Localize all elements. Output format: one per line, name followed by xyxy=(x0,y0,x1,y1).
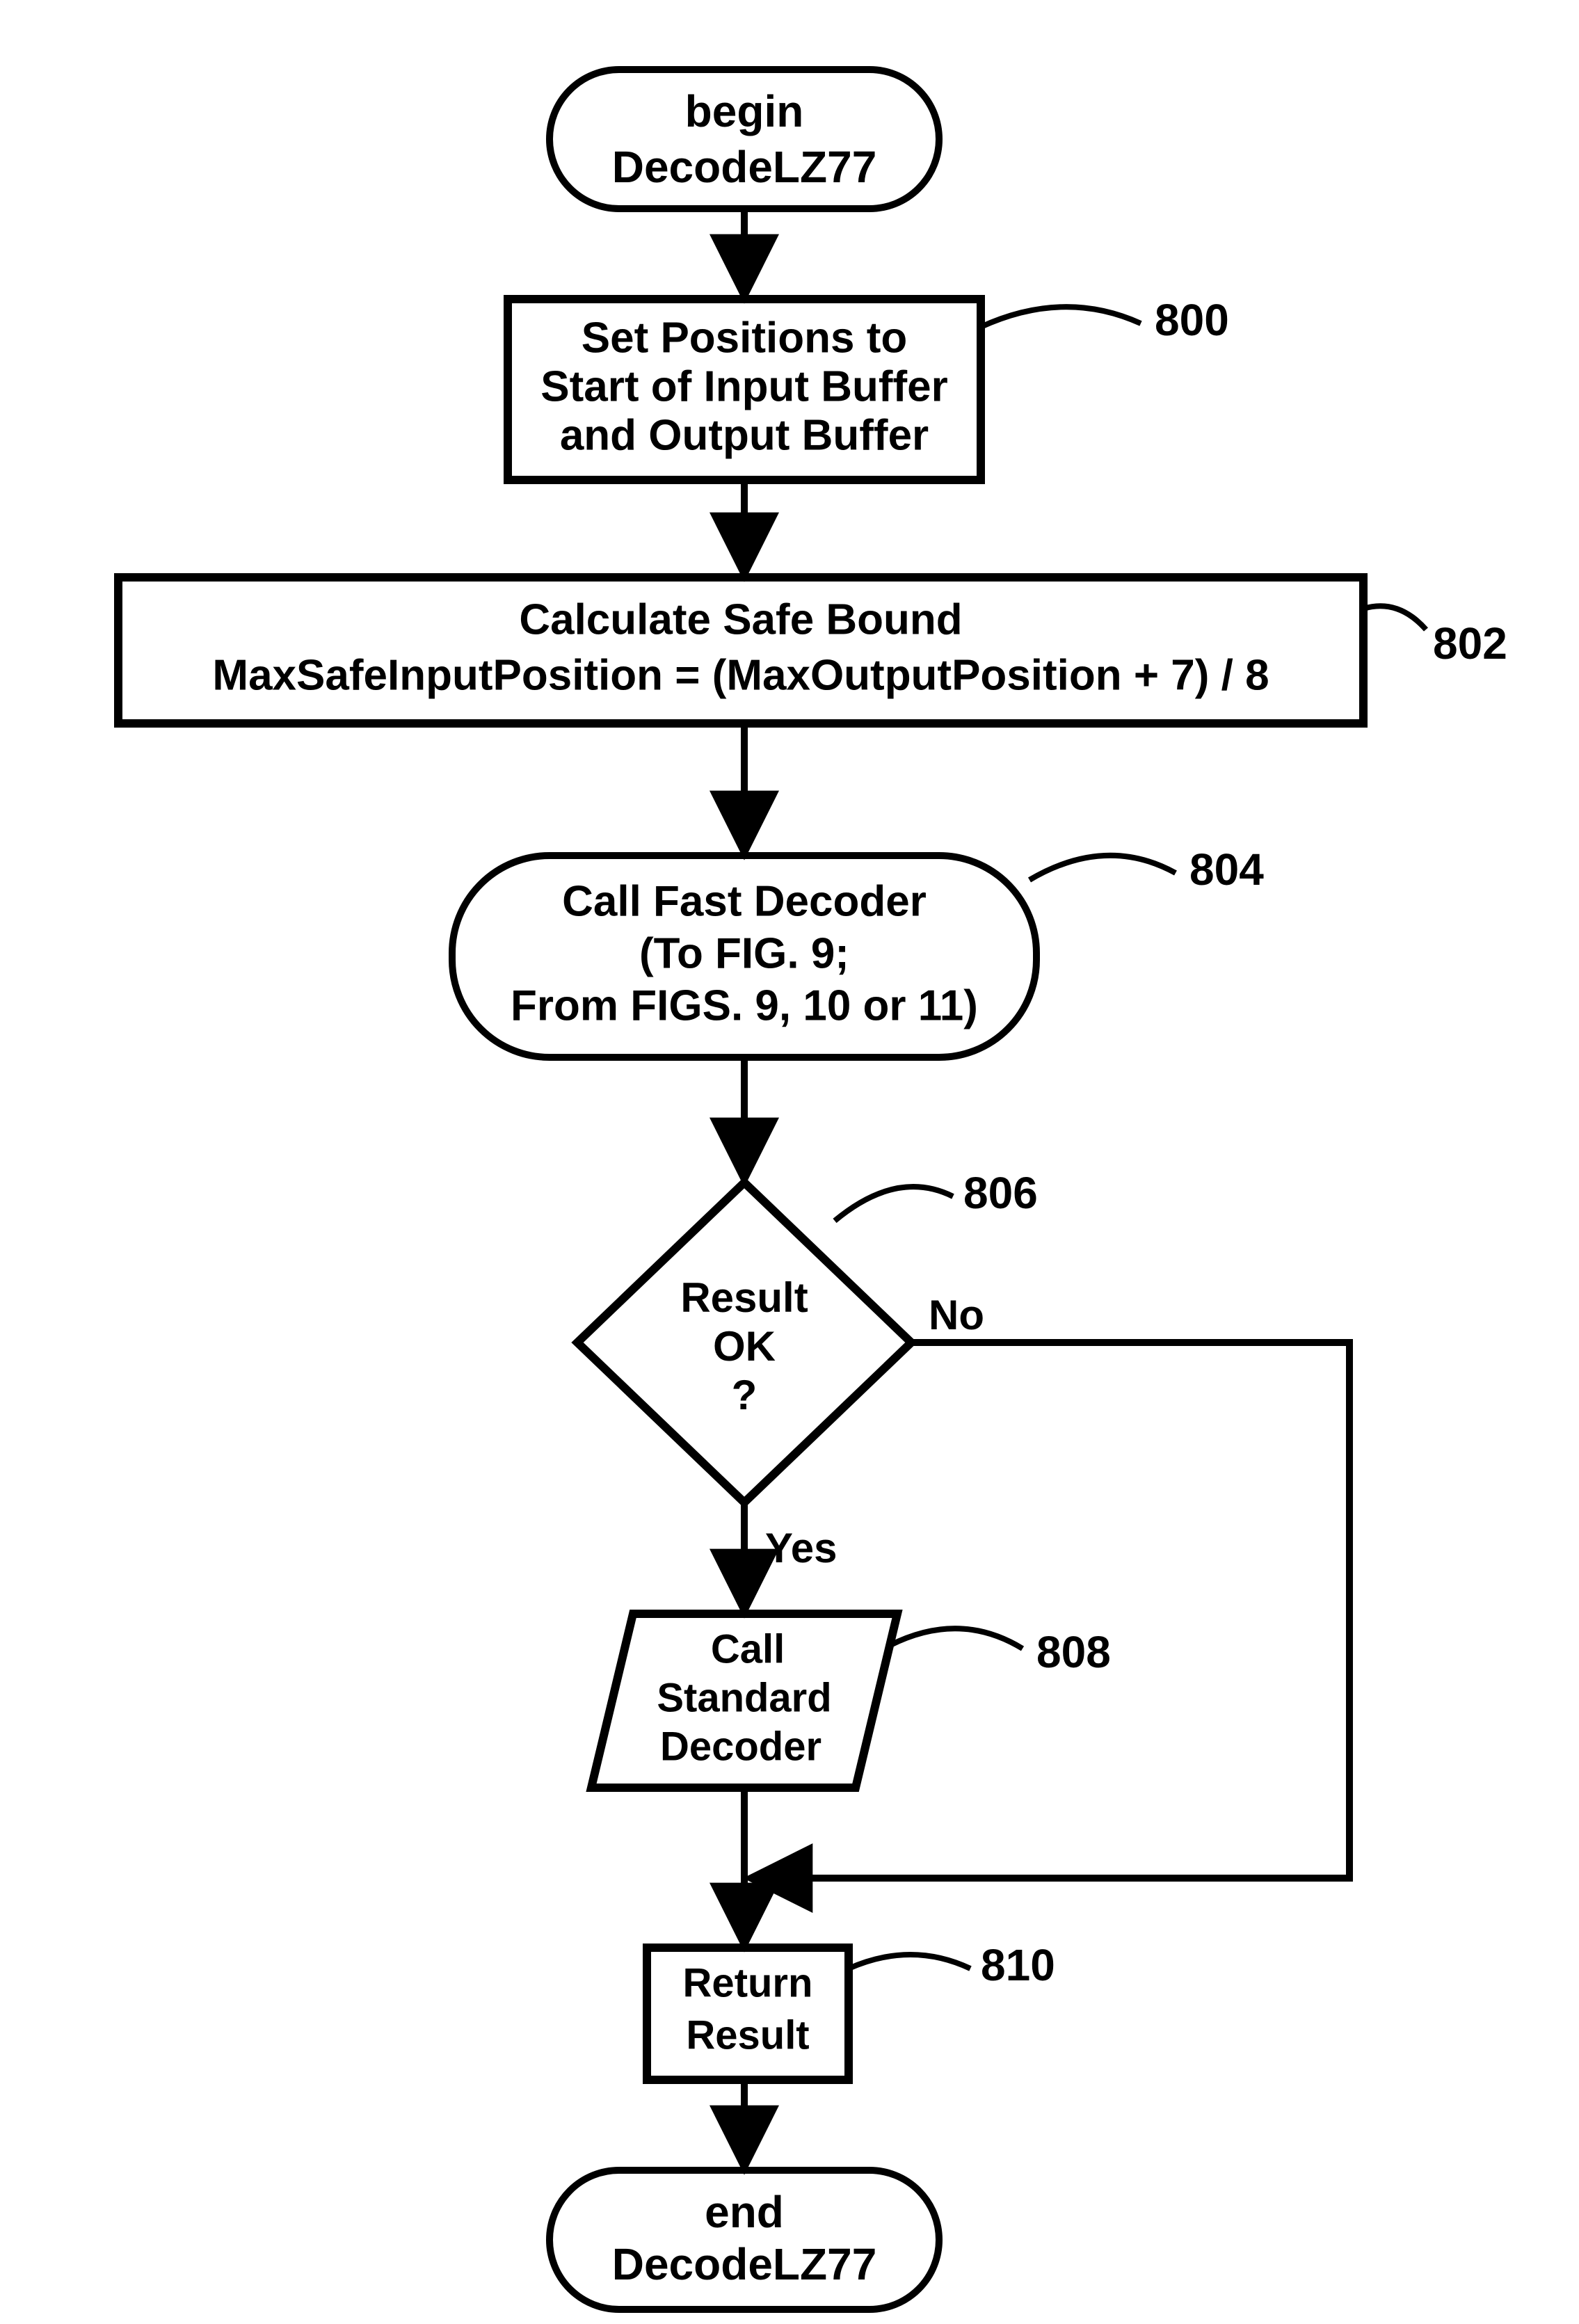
decision-line3: ? xyxy=(732,1372,758,1418)
std-decoder-line1: Call xyxy=(711,1626,785,1672)
edge-label-yes: Yes xyxy=(765,1525,837,1571)
end-line2: DecodeLZ77 xyxy=(612,2239,877,2289)
flowchart-canvas: begin DecodeLZ77 Set Positions to Start … xyxy=(0,0,1579,2324)
end-terminator: end DecodeLZ77 xyxy=(550,2170,939,2309)
callout-806: 806 xyxy=(963,1168,1038,1218)
callout-804: 804 xyxy=(1189,844,1264,895)
start-line2: DecodeLZ77 xyxy=(612,142,877,192)
return-result-line2: Result xyxy=(686,2012,809,2058)
edge-label-no: No xyxy=(929,1292,984,1338)
set-positions-line2: Start of Input Buffer xyxy=(540,362,948,410)
callout-810: 810 xyxy=(981,1940,1055,1990)
end-line1: end xyxy=(705,2187,784,2237)
callout-800: 800 xyxy=(1155,295,1229,345)
set-positions-line1: Set Positions to xyxy=(582,314,907,362)
set-positions-process: Set Positions to Start of Input Buffer a… xyxy=(508,295,1229,480)
fast-decoder-line3: From FIGS. 9, 10 or 11) xyxy=(511,981,978,1029)
std-decoder-line3: Decoder xyxy=(660,1724,821,1769)
decision-line2: OK xyxy=(713,1323,776,1370)
callout-808: 808 xyxy=(1036,1627,1111,1677)
start-line1: begin xyxy=(685,86,804,136)
std-decoder-process: Call Standard Decoder 808 xyxy=(591,1614,1111,1788)
safe-bound-line1: Calculate Safe Bound xyxy=(519,595,962,643)
decision-line1: Result xyxy=(680,1274,808,1321)
fast-decoder-process: Call Fast Decoder (To FIG. 9; From FIGS.… xyxy=(452,844,1264,1057)
safe-bound-process: Calculate Safe Bound MaxSafeInputPositio… xyxy=(118,577,1507,723)
callout-802: 802 xyxy=(1433,618,1507,668)
return-result-line1: Return xyxy=(683,1960,813,2005)
return-result-process: Return Result 810 xyxy=(647,1940,1055,2080)
std-decoder-line2: Standard xyxy=(657,1675,831,1720)
safe-bound-line2: MaxSafeInputPosition = (MaxOutputPositio… xyxy=(212,651,1269,699)
fast-decoder-line1: Call Fast Decoder xyxy=(562,877,927,925)
start-terminator: begin DecodeLZ77 xyxy=(550,70,939,209)
set-positions-line3: and Output Buffer xyxy=(560,411,929,459)
fast-decoder-line2: (To FIG. 9; xyxy=(639,929,849,977)
